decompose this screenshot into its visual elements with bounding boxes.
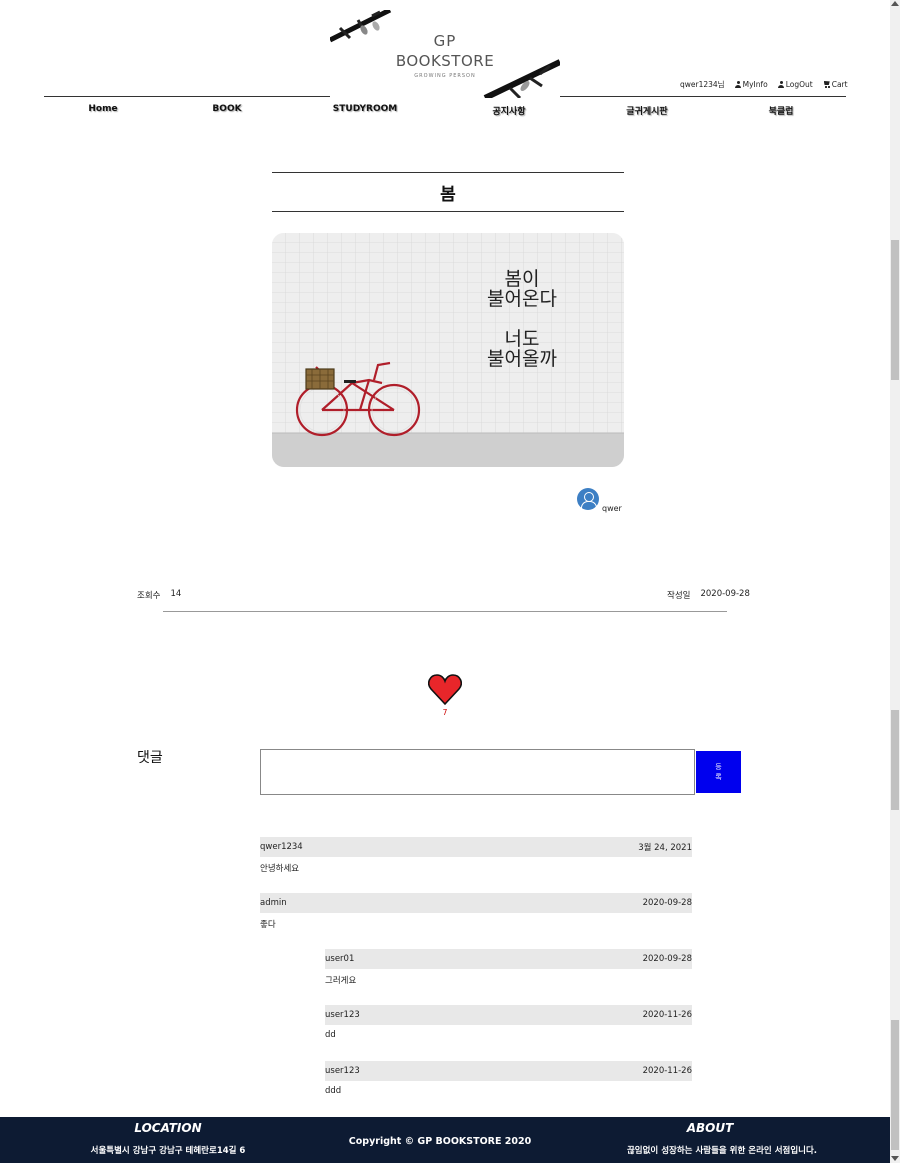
author-name: qwer — [602, 504, 622, 513]
footer-about-text: 끊임없이 성장하는 사람들을 위한 온라인 서점입니다. — [626, 1146, 818, 1156]
meta-divider — [163, 611, 727, 612]
user-icon — [735, 81, 742, 88]
footer-address: 서울특별시 강남구 강남구 테헤란로14길 6 — [90, 1146, 246, 1156]
post-date: 2020-09-28 — [700, 589, 750, 599]
comment-date: 2020-11-26 — [642, 1066, 692, 1076]
image-text-line: 불어온다 — [487, 288, 557, 310]
header-divider-left — [44, 96, 330, 97]
comment-item: qwer1234 3월 24, 2021 안녕하세요 — [260, 837, 692, 874]
nav-quote-board[interactable]: 글귀게시판 — [626, 104, 667, 117]
scroll-down-arrow-icon[interactable] — [891, 1156, 899, 1161]
comment-header: qwer1234 3월 24, 2021 — [260, 837, 692, 857]
logo-bookstore: BOOKSTORE — [395, 52, 495, 70]
comment-input[interactable] — [260, 749, 695, 795]
comment-item: admin 2020-09-28 좋다 — [260, 893, 692, 930]
footer-location-title: LOCATION — [134, 1121, 202, 1135]
cart-label: Cart — [831, 80, 848, 89]
footer-about-title: ABOUT — [686, 1121, 734, 1135]
comment-date: 2020-11-26 — [642, 1010, 692, 1020]
comment-date: 2020-09-28 — [642, 898, 692, 908]
comment-text: 그러게요 — [325, 976, 357, 986]
comment-date: 2020-09-28 — [642, 954, 692, 964]
logout-link[interactable]: LogOut — [778, 80, 813, 89]
views-meta: 조회수 14 — [137, 589, 181, 601]
reply-item: user01 2020-09-28 그러게요 — [325, 949, 692, 986]
logo-gp: GP — [433, 32, 457, 50]
myinfo-label: MyInfo — [742, 80, 768, 89]
comment-user: admin — [260, 898, 287, 908]
image-text-line: 봄이 — [504, 268, 540, 290]
nav-home[interactable]: Home — [88, 104, 117, 114]
logo-tagline: GROWING PERSON — [414, 73, 476, 79]
like-button[interactable]: 7 — [428, 674, 462, 717]
reply-item: user123 2020-11-26 dd — [325, 1005, 692, 1040]
image-text-line: 너도 — [504, 328, 540, 350]
scrollbar-thumb-bottom[interactable] — [891, 1020, 899, 1150]
scrollbar-thumb-lower[interactable] — [891, 710, 899, 810]
comment-user: user123 — [325, 1010, 360, 1020]
post-title: 봄 — [440, 184, 456, 205]
comment-date: 3월 24, 2021 — [638, 843, 692, 853]
comment-user: qwer1234 — [260, 842, 303, 852]
heart-icon — [428, 674, 462, 706]
comment-header: user123 2020-11-26 — [325, 1061, 692, 1081]
scroll-up-arrow-icon[interactable] — [891, 1, 899, 6]
reply-item: user123 2020-11-26 ddd — [325, 1061, 692, 1096]
submit-label: 등록 — [715, 763, 722, 781]
views-label: 조회수 — [137, 591, 161, 601]
myinfo-link[interactable]: MyInfo — [735, 80, 768, 89]
scrollbar-thumb[interactable] — [891, 240, 899, 380]
comment-text: dd — [325, 1030, 336, 1040]
main-nav: Home BOOK STUDYROOM 공지사항 글귀게시판 북클럽 — [44, 104, 846, 120]
comment-user: user123 — [325, 1066, 360, 1076]
post-image-text: 봄이 불어온다 너도 불어올까 — [467, 269, 577, 369]
comment-text: 좋다 — [260, 920, 276, 930]
date-meta: 작성일 2020-09-28 — [667, 589, 750, 601]
site-footer: LOCATION 서울특별시 강남구 강남구 테헤란로14길 6 Copyrig… — [0, 1117, 890, 1163]
image-text-line — [467, 309, 577, 329]
cart-link[interactable]: Cart — [823, 80, 848, 89]
nav-notice[interactable]: 공지사항 — [492, 104, 525, 117]
logout-label: LogOut — [785, 80, 813, 89]
user-links: qwer1234님 MyInfo LogOut Cart — [680, 79, 848, 90]
avatar-icon — [577, 488, 599, 510]
user-icon — [778, 81, 785, 88]
footer-copyright: Copyright © GP BOOKSTORE 2020 — [348, 1136, 532, 1147]
comment-header: user123 2020-11-26 — [325, 1005, 692, 1025]
image-text-line: 불어올까 — [487, 348, 557, 370]
comment-header: user01 2020-09-28 — [325, 949, 692, 969]
post-title-box: 봄 — [272, 172, 624, 212]
comment-text: ddd — [325, 1086, 342, 1096]
nav-book[interactable]: BOOK — [212, 104, 241, 114]
cart-icon — [823, 81, 831, 88]
comment-section-label: 댓글 — [137, 750, 163, 766]
comment-user: user01 — [325, 954, 355, 964]
date-label: 작성일 — [667, 591, 691, 601]
user-greeting: qwer1234님 — [680, 80, 725, 89]
header-divider-right — [560, 96, 846, 97]
comment-text: 안녕하세요 — [260, 864, 300, 874]
post-image: 봄이 불어온다 너도 불어올까 — [272, 233, 624, 467]
views-count: 14 — [170, 589, 182, 599]
post-author[interactable]: qwer — [577, 488, 622, 513]
comment-submit-button[interactable]: 등록 — [696, 751, 741, 793]
nav-bookclub[interactable]: 북클럽 — [769, 104, 794, 117]
site-logo[interactable]: GP BOOKSTORE GROWING PERSON — [330, 10, 560, 98]
comment-header: admin 2020-09-28 — [260, 893, 692, 913]
like-count: 7 — [442, 708, 448, 717]
nav-studyroom[interactable]: STUDYROOM — [333, 104, 397, 114]
page-scrollbar[interactable] — [890, 0, 900, 1163]
